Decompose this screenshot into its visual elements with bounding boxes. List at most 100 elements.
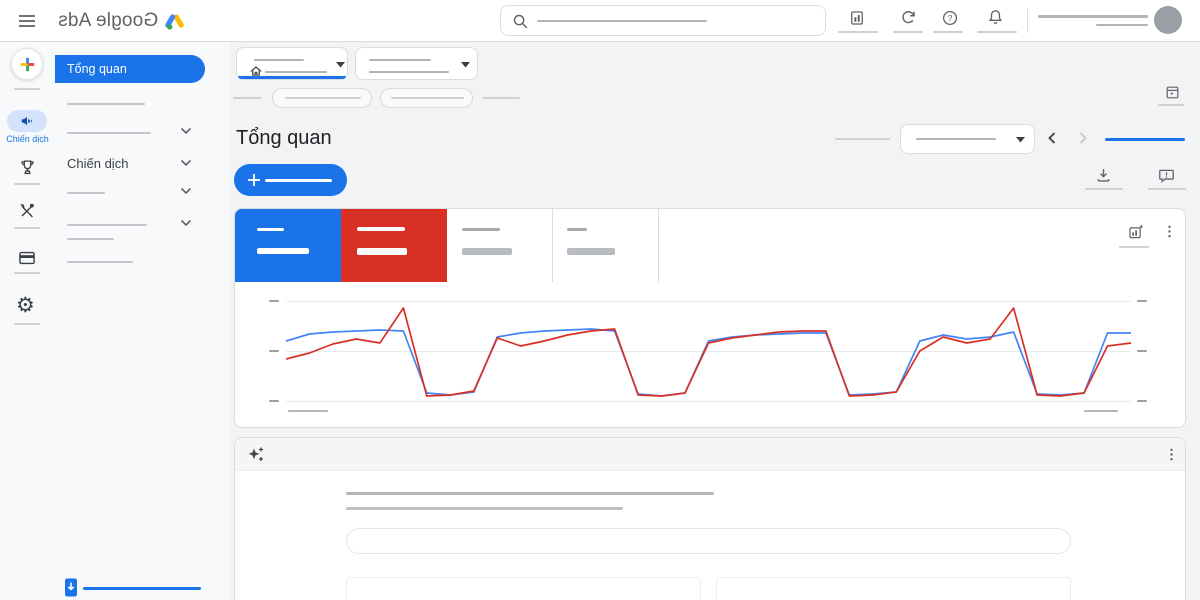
phone-download-icon [64, 578, 78, 597]
billing-card-icon[interactable] [17, 248, 37, 268]
redacted-sidebar-subitem [67, 238, 114, 240]
chevron-right-icon[interactable] [1077, 131, 1089, 145]
gear-icon[interactable]: ⚙ [16, 295, 35, 316]
redacted-metric-label [462, 228, 500, 231]
chart-options-icon[interactable] [1127, 223, 1145, 241]
suggestion-card[interactable] [716, 577, 1071, 600]
redacted-metric-value [357, 248, 407, 255]
google-ads-logo[interactable]: Google Ads [58, 9, 185, 33]
chevron-down-icon [180, 218, 192, 228]
sidebar: Tổng quan Chiến dịch [55, 42, 230, 600]
nav-rail: Chiến dịch ⚙ [0, 42, 55, 600]
google-ads-app: Google Ads ? Chiến dịch ⚙ Tổng quan Chiế… [0, 0, 1200, 600]
create-button[interactable] [11, 48, 43, 80]
redacted-label [14, 88, 40, 90]
redacted-insight-subtitle [346, 507, 623, 510]
selected-indicator [238, 76, 346, 79]
dropdown-arrow-icon [336, 62, 345, 68]
redacted-link-text[interactable] [1105, 138, 1185, 141]
feedback-icon[interactable] [1157, 166, 1176, 185]
dropdown-arrow-icon [1016, 137, 1025, 143]
sidebar-item-campaigns-label: Chiến dịch [67, 156, 129, 171]
redacted-insight-title [346, 492, 714, 495]
ai-panel-header [235, 438, 1185, 471]
redacted-text [369, 71, 449, 73]
redacted-metric-value [257, 248, 309, 254]
chevron-left-icon[interactable] [1046, 131, 1058, 145]
redacted-label [14, 323, 40, 325]
redacted-account-text [1038, 15, 1148, 18]
redacted-search-text [537, 20, 707, 22]
metric-tab-3[interactable] [447, 209, 553, 282]
top-bar: Google Ads ? [0, 0, 1200, 42]
page-title: Tổng quan [236, 127, 332, 149]
main-content: Tổng quan [230, 42, 1200, 600]
redacted-metric-label [257, 228, 284, 231]
redacted-label [893, 31, 923, 33]
redacted-label [1158, 104, 1184, 106]
menu-icon[interactable] [18, 12, 36, 30]
google-ads-triangle-icon [164, 12, 185, 31]
trophy-icon[interactable] [18, 158, 37, 177]
filter-chip[interactable] [380, 88, 473, 108]
redacted-text [265, 71, 327, 73]
redacted-label [1119, 246, 1149, 248]
dropdown-arrow-icon [461, 62, 470, 68]
metric-tab-1[interactable] [235, 209, 341, 282]
more-menu-icon[interactable] [1163, 446, 1180, 463]
redacted-sidebar-item [67, 224, 147, 226]
tools-icon[interactable] [17, 201, 37, 221]
new-campaign-button[interactable] [234, 164, 347, 196]
redacted-metric-value [462, 248, 512, 255]
campaign-scope-dropdown[interactable] [355, 47, 478, 80]
date-range-dropdown[interactable] [900, 124, 1035, 154]
layout-icon[interactable] [1164, 84, 1181, 101]
redacted-metric-label [357, 227, 405, 231]
redacted-label [838, 31, 878, 33]
search-input[interactable] [500, 5, 826, 36]
redacted-date-range [916, 138, 996, 140]
chevron-down-icon [180, 158, 192, 168]
redacted-label [1085, 188, 1123, 190]
redacted-label [14, 183, 40, 185]
help-icon[interactable]: ? [941, 9, 959, 27]
divider [1027, 9, 1028, 33]
rail-item-campaigns[interactable] [7, 110, 47, 132]
sidebar-item-overview[interactable]: Tổng quan [55, 55, 205, 83]
redacted-filter-text [483, 97, 520, 99]
redacted-sidebar-item[interactable] [67, 103, 145, 105]
download-icon[interactable] [1094, 166, 1113, 185]
redacted-text [254, 59, 304, 61]
redacted-account-id [1096, 24, 1148, 26]
y-axis-tick-right [1137, 300, 1147, 302]
redacted-sidebar-item[interactable] [67, 261, 133, 263]
megaphone-icon [20, 114, 34, 128]
redacted-chip-text [285, 97, 361, 99]
user-avatar[interactable] [1154, 6, 1182, 34]
ai-prompt-input[interactable] [346, 528, 1071, 554]
redacted-chip-text [391, 97, 464, 99]
rail-item-campaigns-label: Chiến dịch [6, 134, 49, 144]
redacted-label [933, 31, 963, 33]
redacted-metric-label [567, 228, 587, 231]
account-scope-dropdown[interactable] [236, 47, 348, 80]
reports-icon[interactable] [848, 9, 866, 27]
redacted-sidebar-item [67, 192, 105, 194]
y-axis-tick-right [1137, 400, 1147, 402]
redacted-metric-value [567, 248, 615, 255]
redacted-label [14, 227, 40, 229]
chevron-down-icon [180, 126, 192, 136]
metric-tab-2[interactable] [341, 209, 447, 282]
more-menu-icon[interactable] [1161, 223, 1178, 240]
refresh-icon[interactable] [899, 8, 918, 27]
filter-chip[interactable] [272, 88, 372, 108]
plus-icon [247, 173, 261, 187]
redacted-sidebar-item [67, 132, 151, 134]
sparkle-icon [247, 446, 265, 464]
suggestion-card[interactable] [346, 577, 701, 600]
metric-tab-4[interactable] [553, 209, 659, 282]
redacted-label [14, 272, 40, 274]
y-axis-tick-right [1137, 350, 1147, 352]
notifications-icon[interactable] [986, 8, 1005, 27]
redacted-label [1148, 188, 1186, 190]
